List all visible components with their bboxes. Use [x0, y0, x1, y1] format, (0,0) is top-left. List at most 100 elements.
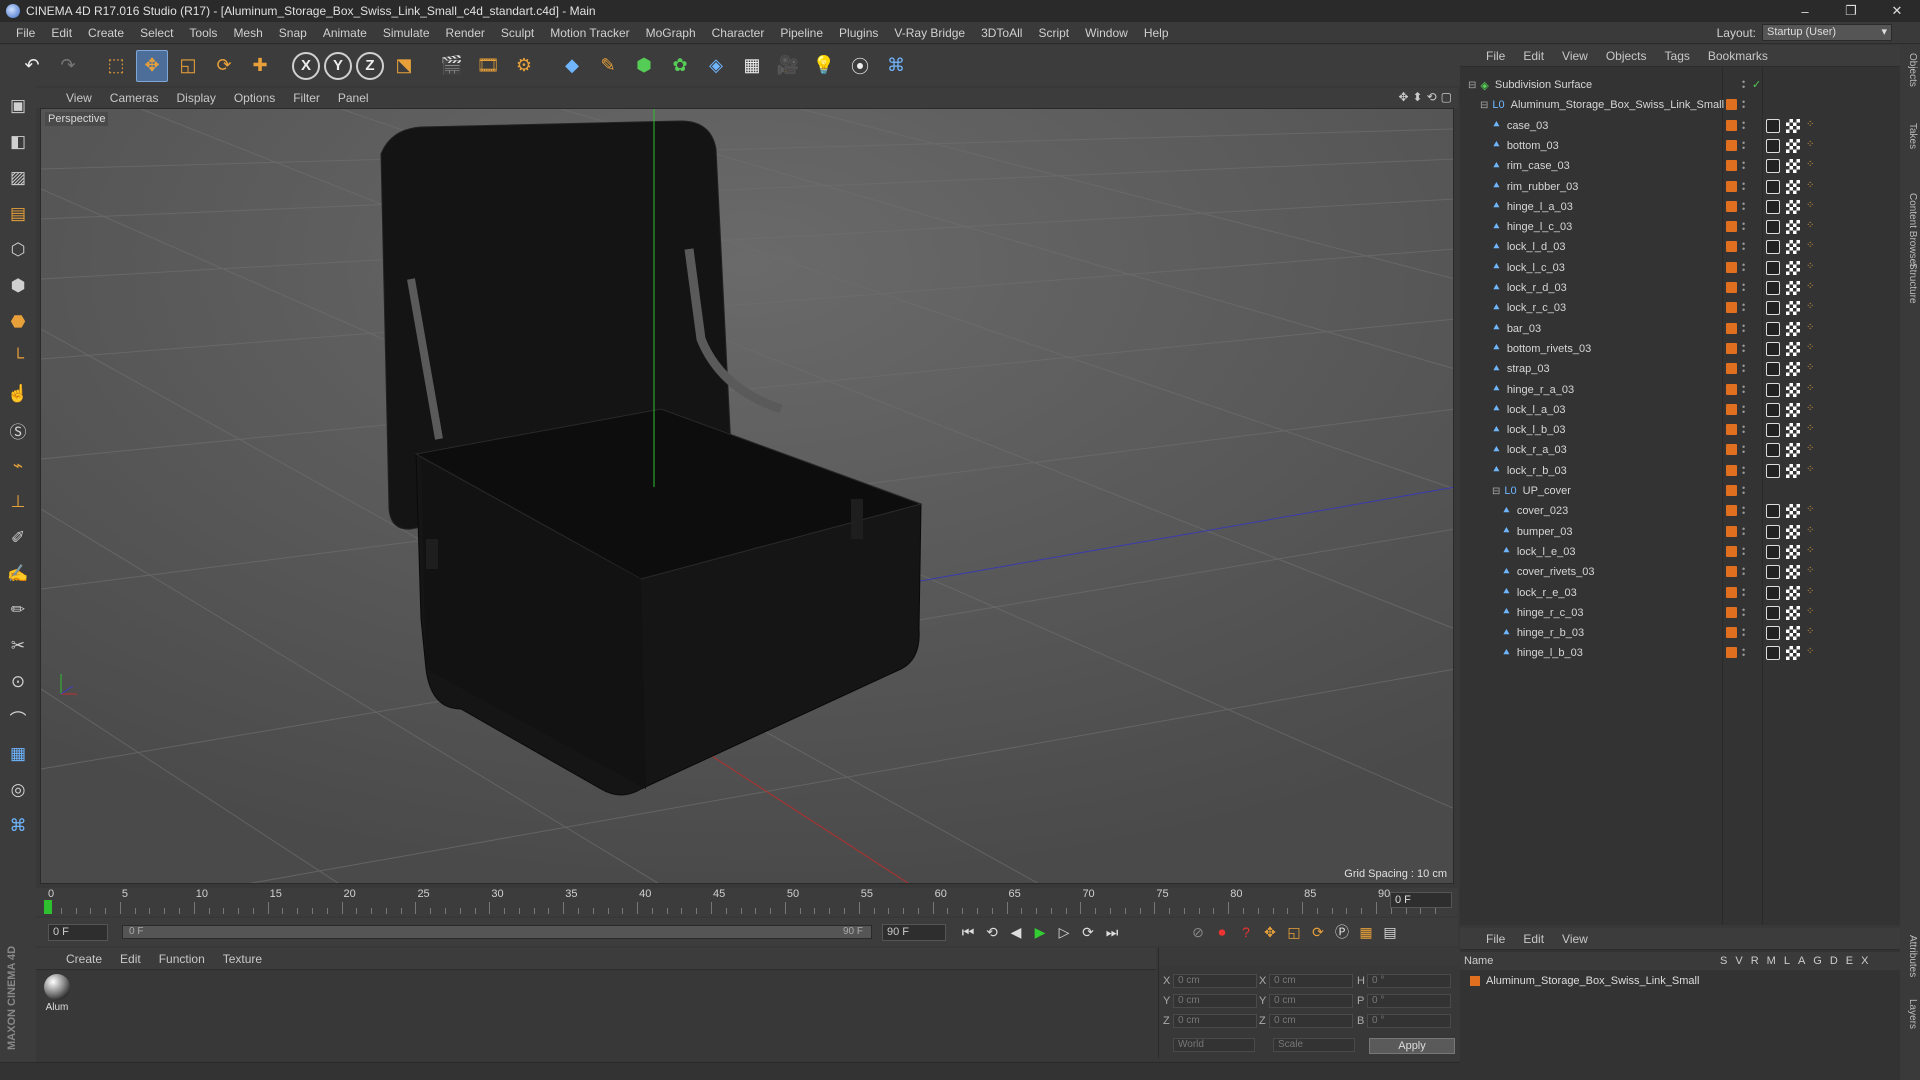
material-menu-create[interactable]: Create — [66, 952, 102, 966]
texture-tag-icon[interactable] — [1786, 605, 1800, 620]
texture-tag-icon[interactable] — [1786, 646, 1800, 661]
play-icon[interactable]: ▶ — [1028, 921, 1052, 943]
layer-color-flag[interactable] — [1726, 525, 1737, 537]
objects-menu-tags[interactable]: Tags — [1665, 49, 1690, 63]
menu-character[interactable]: Character — [704, 26, 773, 40]
layer-color-flag[interactable] — [1726, 282, 1737, 293]
visibility-dots-icon[interactable]: • • — [1742, 138, 1745, 152]
layers-menu-edit[interactable]: Edit — [1523, 932, 1544, 946]
visibility-dots-icon[interactable]: • • — [1742, 78, 1745, 92]
object-row[interactable]: ⯅ bottom_rivets_03 — [1460, 339, 1900, 359]
phong-tag-icon[interactable] — [1766, 301, 1780, 316]
axis-mode-icon[interactable]: └ — [2, 342, 34, 374]
render-settings-icon[interactable]: ⚙ — [508, 50, 540, 82]
layer-color-flag[interactable] — [1726, 606, 1737, 618]
phong-tag-icon[interactable] — [1766, 605, 1780, 620]
coord-value-field[interactable]: 0 cm — [1173, 994, 1257, 1008]
undo-icon[interactable]: ↶ — [16, 50, 48, 82]
layer-color-flag[interactable] — [1726, 200, 1737, 212]
menu-motion-tracker[interactable]: Motion Tracker — [542, 26, 637, 40]
object-row[interactable]: ⯅ bar_03 — [1460, 319, 1900, 339]
object-row[interactable]: ⯅ lock_r_e_03 — [1460, 583, 1900, 603]
world-dropdown[interactable]: World — [1173, 1038, 1255, 1052]
layer-color-flag[interactable] — [1726, 342, 1737, 354]
texture-tag-icon[interactable] — [1786, 159, 1800, 174]
render-picture-viewer-icon[interactable]: 🎞 — [472, 50, 504, 82]
object-row[interactable]: ⯅ lock_r_d_03 — [1460, 278, 1900, 298]
rotate-tool-icon[interactable]: ⟳ — [208, 50, 240, 82]
uvw-tag-icon[interactable]: ⁘ — [1806, 525, 1814, 536]
menu-animate[interactable]: Animate — [315, 26, 375, 40]
menu-plugins[interactable]: Plugins — [831, 26, 886, 40]
menu-tools[interactable]: Tools — [181, 26, 225, 40]
object-row[interactable]: ⯅ hinge_r_b_03 — [1460, 623, 1900, 643]
material-menu-function[interactable]: Function — [159, 952, 205, 966]
coordinate-system-icon[interactable]: ⬔ — [388, 50, 420, 82]
layer-color-flag[interactable] — [1726, 424, 1737, 436]
start-frame-field[interactable]: 0 F — [48, 923, 108, 941]
layer-color-flag[interactable] — [1726, 485, 1737, 496]
timeline-window-icon[interactable]: ▤ — [1378, 921, 1402, 943]
object-row[interactable]: ⯅ hinge_l_a_03 — [1460, 197, 1900, 217]
object-row[interactable]: ⯅ lock_r_a_03 — [1460, 440, 1900, 460]
visibility-dots-icon[interactable]: • • — [1742, 565, 1745, 579]
prev-key-icon[interactable]: ⟲ — [980, 921, 1004, 943]
phong-tag-icon[interactable] — [1766, 524, 1780, 539]
y-axis-lock-icon[interactable]: Y — [324, 51, 352, 80]
layer-column-e[interactable]: E — [1846, 955, 1853, 967]
python-icon[interactable]: ⌘ — [880, 50, 912, 82]
menu-create[interactable]: Create — [80, 26, 132, 40]
tweak-icon[interactable]: ☝ — [2, 378, 34, 410]
uvw-tag-icon[interactable]: ⁘ — [1806, 565, 1814, 576]
layer-color-flag[interactable] — [1726, 160, 1737, 172]
phong-tag-icon[interactable] — [1766, 504, 1780, 519]
layer-color-flag[interactable] — [1726, 545, 1737, 557]
object-row[interactable]: ⯅ bumper_03 — [1460, 522, 1900, 542]
uvw-tag-icon[interactable]: ⁘ — [1806, 545, 1814, 556]
layer-color-flag[interactable] — [1726, 180, 1737, 192]
expand-toggle-icon[interactable]: ⊟ — [1492, 486, 1500, 497]
viewport-menu-filter[interactable]: Filter — [293, 91, 320, 105]
viewport-menu-panel[interactable]: Panel — [338, 91, 369, 105]
playhead[interactable] — [44, 900, 52, 914]
layer-color-flag[interactable] — [1726, 363, 1737, 375]
layer-color-flag[interactable] — [1726, 139, 1737, 151]
next-frame-icon[interactable]: ▷ — [1052, 921, 1076, 943]
autokey-icon[interactable]: ? — [1234, 921, 1258, 943]
menu-mograph[interactable]: MoGraph — [638, 26, 704, 40]
key-position-icon[interactable]: ✥ — [1258, 921, 1282, 943]
object-row[interactable]: ⯅ hinge_l_c_03 — [1460, 217, 1900, 237]
tab-takes[interactable]: Takes — [1902, 123, 1918, 149]
coord-value-field[interactable]: 0 cm — [1269, 994, 1353, 1008]
scale-tool-icon[interactable]: ◱ — [172, 50, 204, 82]
texture-tag-icon[interactable] — [1786, 626, 1800, 641]
visibility-dots-icon[interactable]: • • — [1742, 544, 1745, 558]
visibility-dots-icon[interactable]: • • — [1742, 179, 1745, 193]
menu-render[interactable]: Render — [438, 26, 493, 40]
menu-3dtoall[interactable]: 3DToAll — [973, 26, 1030, 40]
wrap-icon[interactable]: ◎ — [2, 774, 34, 806]
sketch-icon[interactable]: ⦿ — [844, 50, 876, 82]
uvw-tag-icon[interactable]: ⁘ — [1806, 504, 1814, 515]
uvw-tag-icon[interactable]: ⁘ — [1806, 281, 1814, 292]
minimize-button[interactable]: – — [1782, 0, 1828, 22]
grid-icon[interactable]: ▦ — [2, 738, 34, 770]
uvw-tag-icon[interactable]: ⁘ — [1806, 139, 1814, 150]
texture-tag-icon[interactable] — [1786, 179, 1800, 194]
points-mode-icon[interactable]: ⬡ — [2, 234, 34, 266]
phong-tag-icon[interactable] — [1766, 565, 1780, 580]
expand-toggle-icon[interactable]: ⊟ — [1468, 80, 1476, 91]
tab-objects[interactable]: Objects — [1902, 53, 1918, 87]
workplane-icon[interactable]: ▤ — [2, 198, 34, 230]
sculpt-icon[interactable]: ✍ — [2, 558, 34, 590]
uvw-tag-icon[interactable]: ⁘ — [1806, 220, 1814, 231]
objects-menu-objects[interactable]: Objects — [1606, 49, 1647, 63]
frame-range-slider[interactable]: 0 F 90 F — [122, 925, 872, 939]
material-menu-edit[interactable]: Edit — [120, 952, 141, 966]
layers-menu-view[interactable]: View — [1562, 932, 1588, 946]
visibility-dots-icon[interactable]: • • — [1742, 585, 1745, 599]
visibility-dots-icon[interactable]: • • — [1742, 260, 1745, 274]
layer-column-v[interactable]: V — [1735, 955, 1742, 967]
texture-tag-icon[interactable] — [1786, 463, 1800, 478]
current-frame-field[interactable]: 0 F — [1390, 892, 1452, 908]
